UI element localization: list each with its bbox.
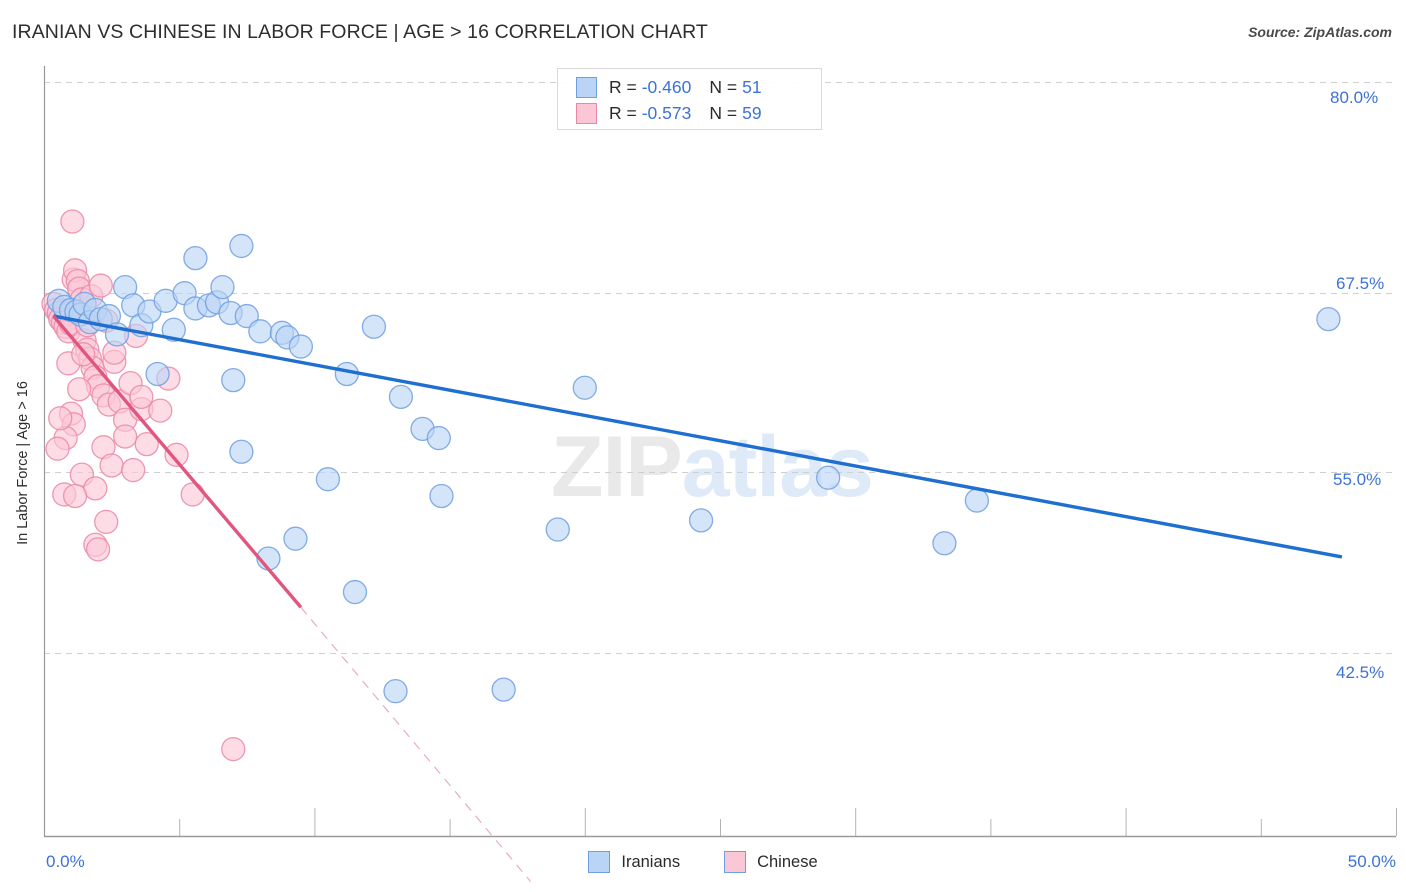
- data-point[interactable]: [964, 488, 990, 513]
- data-point[interactable]: [67, 377, 92, 402]
- trend-lines: [52, 314, 1343, 883]
- data-point[interactable]: [426, 425, 451, 451]
- data-point[interactable]: [545, 517, 570, 542]
- data-point[interactable]: [112, 424, 138, 449]
- plot-area: [41, 66, 1397, 883]
- data-point[interactable]: [121, 457, 146, 483]
- data-point[interactable]: [388, 384, 414, 410]
- r-value-chinese: -0.573: [641, 102, 692, 123]
- data-point[interactable]: [816, 465, 841, 490]
- data-point[interactable]: [83, 476, 108, 501]
- n-value-iranians: 51: [742, 76, 762, 97]
- trend-line-chinese: [52, 314, 303, 609]
- n-label-chinese: N =: [709, 102, 738, 123]
- r-label-iranians: R =: [609, 76, 637, 97]
- legend-swatch-chinese-icon: [724, 851, 747, 873]
- legend-label-iranians: Iranians: [621, 852, 681, 871]
- data-point[interactable]: [221, 736, 246, 762]
- correlation-stats-box: R = -0.460 N = 51 R = -0.573 N = 59: [557, 68, 822, 130]
- y-tick-label-2: 55.0%: [1333, 470, 1382, 489]
- chart-legend: Iranians Chinese: [0, 851, 1406, 873]
- data-point[interactable]: [1316, 306, 1341, 332]
- data-point[interactable]: [229, 439, 254, 464]
- data-point[interactable]: [85, 537, 111, 562]
- series-swatch-chinese-icon: [576, 102, 597, 124]
- gridlines: [44, 82, 1396, 654]
- data-point[interactable]: [288, 334, 314, 359]
- trend-line-extension-chinese: [300, 606, 532, 883]
- data-point[interactable]: [688, 508, 714, 533]
- data-point[interactable]: [932, 531, 957, 556]
- r-label-chinese: R =: [609, 102, 637, 123]
- y-tick-label-0: 80.0%: [1330, 88, 1379, 107]
- y-tick-label-3: 42.5%: [1336, 663, 1385, 682]
- data-point[interactable]: [99, 453, 124, 478]
- data-point[interactable]: [572, 375, 597, 400]
- data-point[interactable]: [180, 482, 205, 507]
- data-point[interactable]: [129, 384, 154, 410]
- data-point[interactable]: [145, 361, 170, 387]
- stats-row-chinese: R = -0.573 N = 59: [576, 100, 821, 126]
- data-point[interactable]: [342, 579, 368, 605]
- n-label-iranians: N =: [709, 76, 738, 97]
- r-value-iranians: -0.460: [641, 76, 692, 97]
- data-point[interactable]: [248, 319, 273, 344]
- data-point[interactable]: [45, 436, 70, 461]
- data-point[interactable]: [429, 483, 454, 509]
- data-point[interactable]: [221, 367, 246, 393]
- data-point[interactable]: [383, 679, 408, 704]
- x-tick-marks: [44, 808, 1397, 836]
- data-point[interactable]: [88, 273, 113, 298]
- data-point[interactable]: [62, 483, 88, 509]
- legend-swatch-iranians-icon: [588, 851, 611, 873]
- data-point[interactable]: [48, 406, 73, 431]
- stats-row-iranians: R = -0.460 N = 51: [576, 74, 821, 100]
- data-point[interactable]: [491, 677, 516, 702]
- data-point[interactable]: [283, 526, 308, 551]
- correlation-chart: IRANIAN VS CHINESE IN LABOR FORCE | AGE …: [0, 0, 1406, 892]
- legend-item-chinese[interactable]: Chinese: [724, 851, 818, 873]
- y-tick-label-1: 67.5%: [1336, 274, 1385, 293]
- data-point[interactable]: [94, 509, 119, 535]
- legend-label-chinese: Chinese: [757, 852, 818, 871]
- legend-item-iranians[interactable]: Iranians: [588, 851, 680, 873]
- n-value-chinese: 59: [742, 102, 762, 123]
- data-point[interactable]: [60, 209, 85, 234]
- data-point[interactable]: [148, 398, 173, 423]
- scatter-points-iranians: [46, 233, 1341, 704]
- data-point[interactable]: [210, 274, 235, 300]
- data-point[interactable]: [229, 233, 254, 259]
- data-point[interactable]: [183, 245, 208, 271]
- series-swatch-iranians-icon: [576, 76, 597, 98]
- data-point[interactable]: [361, 314, 387, 339]
- data-point[interactable]: [315, 467, 341, 492]
